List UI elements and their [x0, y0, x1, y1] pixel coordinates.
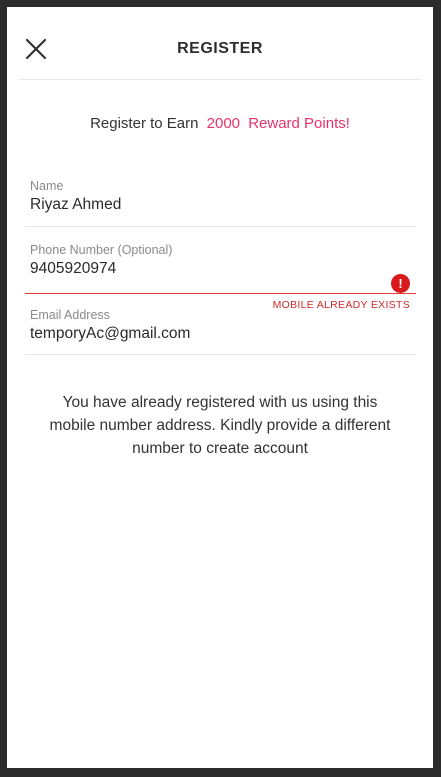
phone-input[interactable]: [25, 259, 372, 279]
email-field: Email Address: [25, 308, 416, 356]
alert-icon: !: [391, 274, 410, 293]
name-input[interactable]: [25, 195, 372, 215]
phone-field: Phone Number (Optional) ! MOBILE ALREADY…: [25, 243, 416, 315]
register-screen: REGISTER Register to Earn 2000 Reward Po…: [7, 7, 433, 768]
header-bar: REGISTER: [18, 7, 422, 80]
email-label: Email Address: [30, 308, 110, 322]
email-input[interactable]: [25, 324, 372, 344]
promo-suffix: Reward Points!: [248, 115, 350, 132]
name-underline: [25, 226, 416, 227]
promo-prefix: Register to Earn: [90, 115, 199, 132]
email-underline: [25, 354, 416, 355]
page-title: REGISTER: [177, 40, 263, 57]
phone-label: Phone Number (Optional): [30, 243, 173, 257]
name-label: Name: [30, 179, 64, 193]
promo-points: 2000: [206, 115, 241, 132]
reward-promo: Register to Earn 2000 Reward Points!: [7, 115, 433, 132]
phone-underline: [25, 293, 416, 294]
already-registered-message: You have already registered with us usin…: [49, 394, 391, 457]
name-field: Name: [25, 179, 416, 227]
